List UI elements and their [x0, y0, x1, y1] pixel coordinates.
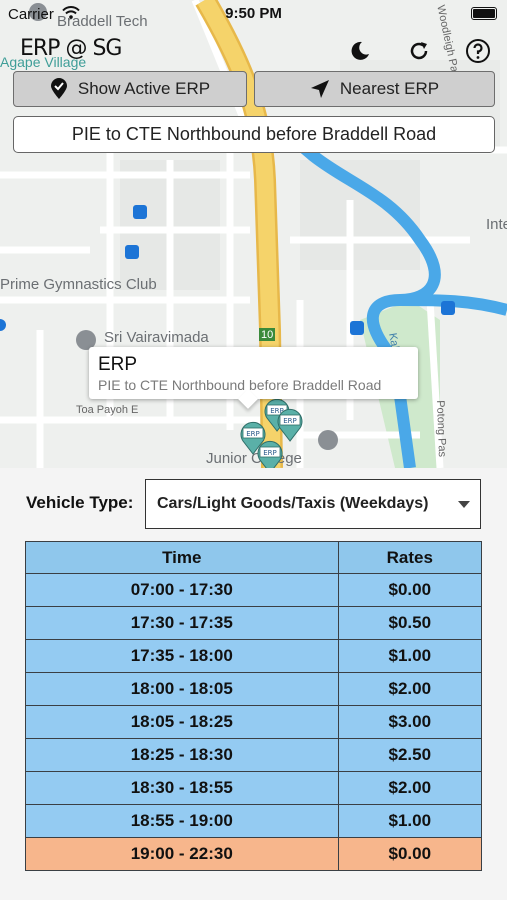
rate-cell: $2.00 [337, 771, 483, 805]
rates-table-header: Time Rates [25, 541, 483, 574]
nearest-erp-label: Nearest ERP [339, 79, 440, 98]
vehicle-type-value: Cars/Light Goods/Taxis (Weekdays) [157, 495, 429, 512]
map-label-inte: Inte [486, 216, 507, 233]
battery-icon [471, 7, 497, 20]
header-rates: Rates [337, 541, 483, 574]
rate-cell: $2.50 [337, 738, 483, 772]
rate-cell: $3.00 [337, 705, 483, 739]
table-row: 18:00 - 18:05 $2.00 [25, 672, 483, 706]
time-cell: 18:25 - 18:30 [25, 738, 339, 772]
erp-marker-icon[interactable]: ERP [256, 440, 284, 468]
status-bar: Carrier 9:50 PM [0, 0, 507, 28]
table-row: 17:35 - 18:00 $1.00 [25, 639, 483, 673]
table-row-current: 19:00 - 22:30 $0.00 [25, 837, 483, 871]
time-cell: 07:00 - 17:30 [25, 573, 339, 607]
status-time: 9:50 PM [225, 5, 282, 22]
erp-callout[interactable]: ERP PIE to CTE Northbound before Braddel… [89, 347, 418, 409]
rates-table: Time Rates 07:00 - 17:30 $0.00 17:30 - 1… [25, 541, 483, 871]
time-cell: 18:55 - 19:00 [25, 804, 339, 838]
app-title: ERP @ SG [20, 36, 122, 61]
chevron-down-icon [458, 501, 470, 508]
vehicle-type-label: Vehicle Type: [26, 493, 134, 512]
svg-text:ERP: ERP [263, 449, 277, 457]
rates-panel: Vehicle Type: Cars/Light Goods/Taxis (We… [0, 468, 507, 900]
selected-route-box[interactable]: PIE to CTE Northbound before Braddell Ro… [13, 116, 495, 153]
rate-cell: $0.50 [337, 606, 483, 640]
svg-text:ERP: ERP [246, 430, 260, 438]
navigation-arrow-icon [310, 80, 329, 98]
rate-cell: $1.00 [337, 639, 483, 673]
time-cell: 19:00 - 22:30 [25, 837, 339, 871]
time-cell: 18:00 - 18:05 [25, 672, 339, 706]
table-row: 18:25 - 18:30 $2.50 [25, 738, 483, 772]
svg-text:ERP: ERP [283, 417, 297, 425]
rate-cell: $1.00 [337, 804, 483, 838]
map-label-potong: Potong Pas [434, 400, 448, 458]
selected-route-text: PIE to CTE Northbound before Braddell Ro… [71, 124, 437, 144]
nearest-erp-button[interactable]: Nearest ERP [254, 71, 495, 107]
map-label-road-10: 10 [261, 329, 274, 341]
table-row: 18:05 - 18:25 $3.00 [25, 705, 483, 739]
vehicle-type-select[interactable]: Cars/Light Goods/Taxis (Weekdays) [145, 479, 481, 529]
time-cell: 17:35 - 18:00 [25, 639, 339, 673]
map-label-prime: Prime Gymnastics Club [0, 276, 157, 293]
callout-title: ERP [98, 354, 138, 375]
rate-cell: $0.00 [337, 573, 483, 607]
time-cell: 18:05 - 18:25 [25, 705, 339, 739]
map-label-sri: Sri Vairavimada [104, 329, 209, 346]
rate-cell: $2.00 [337, 672, 483, 706]
table-row: 07:00 - 17:30 $0.00 [25, 573, 483, 607]
show-active-erp-button[interactable]: Show Active ERP [13, 71, 247, 107]
erp-marker-icon[interactable]: ERP [276, 408, 304, 442]
table-row: 18:55 - 19:00 $1.00 [25, 804, 483, 838]
dark-mode-icon[interactable] [347, 38, 373, 64]
location-pin-icon [50, 78, 67, 99]
time-cell: 18:30 - 18:55 [25, 771, 339, 805]
table-row: 17:30 - 17:35 $0.50 [25, 606, 483, 640]
table-row: 18:30 - 18:55 $2.00 [25, 771, 483, 805]
callout-subtitle: PIE to CTE Northbound before Braddell Ro… [98, 377, 382, 393]
map-label-toa-payoh: Toa Payoh E [76, 404, 139, 416]
header-time: Time [25, 541, 339, 574]
show-active-erp-label: Show Active ERP [77, 79, 211, 98]
rate-cell: $0.00 [337, 837, 483, 871]
refresh-icon[interactable] [406, 38, 432, 64]
time-cell: 17:30 - 17:35 [25, 606, 339, 640]
help-icon[interactable] [465, 38, 491, 64]
